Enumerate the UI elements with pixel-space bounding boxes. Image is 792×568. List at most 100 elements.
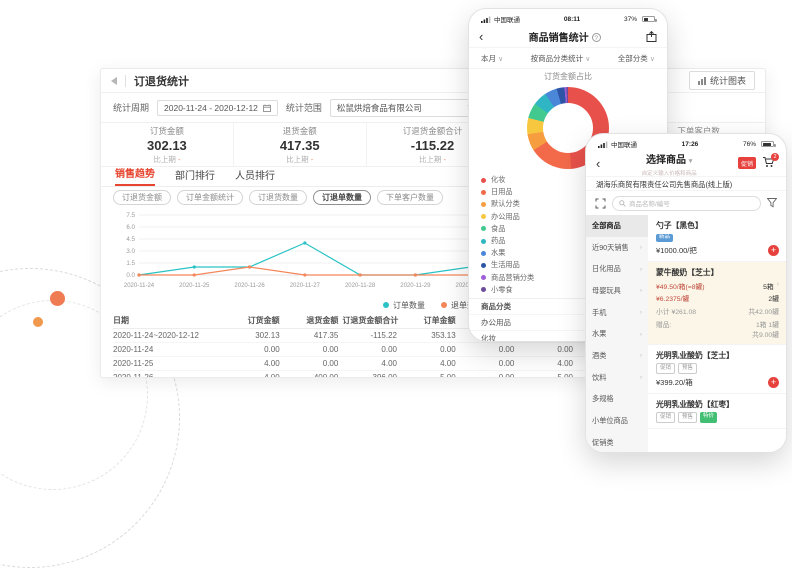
product-name: 勺子【黑色】 xyxy=(656,220,779,231)
table-cell: -396.00 xyxy=(342,373,401,378)
svg-text:2020-11-28: 2020-11-28 xyxy=(345,283,376,289)
stat-card: 退货金额417.35比上期 - xyxy=(234,123,367,167)
add-to-cart-button[interactable]: + xyxy=(768,377,779,388)
table-cell: 417.35 xyxy=(284,331,343,340)
calendar-icon xyxy=(263,104,271,112)
chevron-down-icon: ∨ xyxy=(650,56,655,63)
filter-dropdown[interactable]: 全部分类 ∨ xyxy=(618,53,655,64)
filter-funnel-icon[interactable] xyxy=(767,198,777,208)
metric-pill[interactable]: 订单金额统计 xyxy=(177,190,243,205)
filter-dropdown[interactable]: 按商品分类统计 ∨ xyxy=(531,53,591,64)
store-name-line: 湖海乐商贸有限责任公司先售商品(线上版) xyxy=(586,176,786,191)
battery-icon xyxy=(642,16,655,22)
category-item[interactable]: 促销类 xyxy=(586,432,648,453)
promo-badge[interactable]: 促销 xyxy=(738,157,756,169)
scope-select-value: 松鼠烘焙食品有限公司 xyxy=(337,102,460,114)
table-cell: 2020-11-25 xyxy=(113,359,225,368)
tab-部门排行[interactable]: 部门排行 xyxy=(175,167,215,186)
scope-select[interactable]: 松鼠烘焙食品有限公司 ▼ xyxy=(330,99,480,117)
chevron-down-icon: ∨ xyxy=(498,56,503,63)
scan-icon[interactable] xyxy=(595,198,606,209)
legend-label: 药品 xyxy=(491,236,505,246)
category-item[interactable]: 酒类› xyxy=(586,345,648,367)
category-item[interactable]: 小单位商品 xyxy=(586,410,648,432)
legend-label: 订单数量 xyxy=(393,301,425,310)
stats-chart-button-label: 统计图表 xyxy=(710,74,746,87)
legend-dot xyxy=(481,190,486,195)
category-item[interactable]: 全部商品 xyxy=(586,215,648,237)
table-cell: 0.00 xyxy=(518,345,577,354)
chevron-right-icon: › xyxy=(640,374,642,381)
table-cell: 0.00 xyxy=(401,345,460,354)
product-card[interactable]: 蒙牛酸奶【芝士】¥49.50/箱(=8罐)5箱›¥6.2375/罐2罐小计 ¥2… xyxy=(648,262,786,344)
chevron-down-icon: ▾ xyxy=(689,158,693,165)
price-row: ¥399.20/箱+ xyxy=(656,377,779,388)
nav-subtitle: 自定义输入价格和商品 xyxy=(606,169,732,177)
price-row: ¥1000.00/把 + xyxy=(656,245,779,256)
nav-title-block[interactable]: 选择商品 ▾ 自定义输入价格和商品 xyxy=(606,150,732,177)
legend-dot xyxy=(481,202,486,207)
unit-qty: 2罐 xyxy=(768,293,779,303)
stats-chart-button[interactable]: 统计图表 xyxy=(689,71,755,90)
table-cell: 400.00 xyxy=(284,373,343,378)
product-tags: 新品 xyxy=(656,234,779,243)
category-item[interactable]: 母婴玩具› xyxy=(586,280,648,302)
legend-label: 化妆 xyxy=(491,175,505,185)
back-icon[interactable]: ‹ xyxy=(596,157,600,170)
carrier-label: 中国联通 xyxy=(494,14,520,24)
category-item[interactable]: 多规格 xyxy=(586,389,648,411)
legend-label: 商品营销分类 xyxy=(491,273,534,283)
product-price: ¥1000.00/把 xyxy=(656,245,697,256)
table-cell: 2020-11-24~2020-12-12 xyxy=(113,331,225,340)
share-icon[interactable] xyxy=(646,31,657,42)
table-cell: 4.00 xyxy=(401,359,460,368)
category-item[interactable]: 近90天销售› xyxy=(586,237,648,259)
category-item[interactable]: 水果› xyxy=(586,323,648,345)
date-range-input[interactable]: 2020-11-24 - 2020-12-12 xyxy=(157,100,278,116)
add-to-cart-button[interactable]: + xyxy=(768,245,779,256)
legend-label: 办公用品 xyxy=(491,212,520,222)
metric-pill[interactable]: 下单客户数量 xyxy=(377,190,443,205)
product-card[interactable]: 光明乳业酸奶【红枣】促销预售特价 xyxy=(648,394,786,429)
unit-price-row: ¥6.2375/罐 2罐 xyxy=(656,293,779,303)
product-card[interactable]: 勺子【黑色】新品 ¥1000.00/把 + xyxy=(648,215,786,262)
chevron-right-icon: › xyxy=(640,244,642,251)
filter-dropdown[interactable]: 本月 ∨ xyxy=(481,53,503,64)
page-title: 订退货统计 xyxy=(134,73,189,89)
chevron-right-icon: › xyxy=(640,266,642,273)
clock-label: 17:26 xyxy=(640,141,740,148)
legend-item: 订单数量 xyxy=(383,300,425,311)
chevron-right-icon: › xyxy=(640,352,642,359)
category-item[interactable]: 饮料› xyxy=(586,367,648,389)
svg-text:4.5: 4.5 xyxy=(126,236,135,243)
divider xyxy=(125,75,126,87)
unit-price: ¥6.2375/罐 xyxy=(656,293,689,303)
table-header-cell: 退货金额 xyxy=(284,315,343,326)
product-card[interactable]: 光明乳业酸奶【芝士】促销预售¥399.20/箱+ xyxy=(648,345,786,394)
product-name: 光明乳业酸奶【红枣】 xyxy=(656,399,779,410)
legend-label: 小零食 xyxy=(491,285,513,295)
back-icon[interactable] xyxy=(111,77,117,85)
category-item[interactable]: 日化用品› xyxy=(586,258,648,280)
table-cell: 5.00 xyxy=(518,373,577,378)
stat-value: 302.13 xyxy=(101,138,233,153)
metric-pill[interactable]: 订退货金额 xyxy=(113,190,171,205)
tab-人员排行[interactable]: 人员排行 xyxy=(235,167,275,186)
metric-pill[interactable]: 订退货数量 xyxy=(249,190,307,205)
chevron-right-icon: › xyxy=(640,331,642,338)
cart-icon[interactable]: 2 xyxy=(762,156,776,170)
metric-pill[interactable]: 订退单数量 xyxy=(313,190,371,205)
svg-text:0.0: 0.0 xyxy=(126,272,135,279)
tab-销售趋势[interactable]: 销售趋势 xyxy=(115,165,155,186)
table-cell: 0.00 xyxy=(460,345,519,354)
search-input[interactable]: 商品名称/编号 xyxy=(612,196,761,211)
svg-text:2020-11-27: 2020-11-27 xyxy=(290,283,321,289)
table-cell: 0.00 xyxy=(284,345,343,354)
stat-label: 订货金额 xyxy=(101,125,233,137)
signal-icon xyxy=(598,141,608,148)
table-header-cell: 订货金额 xyxy=(225,315,284,326)
decor-orange-dot-large xyxy=(50,291,65,306)
help-icon[interactable]: ? xyxy=(592,33,601,42)
category-item[interactable]: 手机› xyxy=(586,302,648,324)
unit-price-row: 赠品:1箱 1罐 共9.00罐 xyxy=(656,319,779,339)
